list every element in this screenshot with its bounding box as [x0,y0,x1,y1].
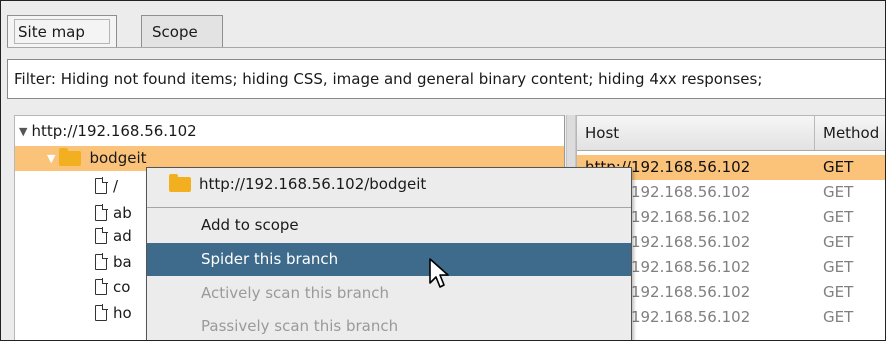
context-menu-url-label: http://192.168.56.102/bodgeit [199,175,427,193]
site-map-window: Site map Scope Filter: Hiding not found … [0,0,886,341]
column-header-host-label: Host [585,124,620,142]
menu-item-label: Passively scan this branch [201,317,399,335]
menu-item-add-to-scope[interactable]: Add to scope [147,209,631,242]
tab-bar-divider [7,47,885,48]
tree-file-label: co [113,278,131,296]
file-icon [95,177,108,194]
menu-item-actively-scan-branch[interactable]: Actively scan this branch [147,277,631,310]
cell-method: GET [823,308,854,326]
tree-folder-node[interactable]: ▼ bodgeit [47,146,147,170]
column-header-host[interactable]: Host [577,116,815,150]
context-menu: http://192.168.56.102/bodgeit Add to sco… [146,167,632,340]
tree-folder-label: bodgeit [89,149,147,167]
tree-file-node[interactable]: co [95,275,130,299]
menu-item-label: Add to scope [201,216,299,234]
tree-file-label: ab [113,204,132,222]
cell-method: GET [823,183,854,201]
tree-root-label: http://192.168.56.102 [31,122,197,140]
tree-file-label: ho [113,304,132,322]
file-icon [95,253,108,270]
tab-bar: Site map Scope [7,9,885,48]
cell-method: GET [823,233,854,251]
menu-item-passively-scan-branch[interactable]: Passively scan this branch [147,310,631,340]
tree-file-node[interactable]: ba [95,250,132,274]
folder-icon [169,174,191,192]
tree-file-node[interactable]: ho [95,301,132,325]
tab-site-map[interactable]: Site map [7,15,117,47]
tree-file-label: ad [113,227,132,245]
tree-root-node[interactable]: ▼ http://192.168.56.102 [19,119,197,143]
tree-file-node[interactable]: ad [95,224,132,248]
file-icon [95,278,108,295]
file-icon [95,204,108,221]
tree-file-label: / [113,177,119,195]
filter-text: Filter: Hiding not found items; hiding C… [14,70,763,88]
file-icon [95,227,108,244]
tab-scope-label: Scope [152,23,198,41]
folder-icon [59,148,82,166]
cell-method: GET [823,283,854,301]
filter-bar[interactable]: Filter: Hiding not found items; hiding C… [7,59,885,99]
file-icon [95,304,108,321]
expanded-arrow-icon[interactable]: ▼ [47,147,55,171]
menu-separator [147,207,631,208]
tab-site-map-label: Site map [18,23,85,41]
context-menu-url-header[interactable]: http://192.168.56.102/bodgeit [147,168,631,201]
table-header: Host Method [577,116,885,151]
menu-item-spider-this-branch[interactable]: Spider this branch [147,243,631,276]
tree-file-node[interactable]: / [95,174,118,198]
tree-file-node[interactable]: ab [95,201,132,225]
cell-method: GET [823,208,854,226]
tab-scope[interactable]: Scope [141,15,223,47]
tree-file-label: ba [113,253,132,271]
cell-method: GET [823,158,854,176]
menu-item-label: Actively scan this branch [201,284,390,302]
cell-method: GET [823,258,854,276]
menu-item-label: Spider this branch [201,250,339,268]
column-header-method[interactable]: Method [815,116,885,150]
column-header-method-label: Method [823,124,880,142]
expanded-arrow-icon[interactable]: ▼ [19,120,27,144]
